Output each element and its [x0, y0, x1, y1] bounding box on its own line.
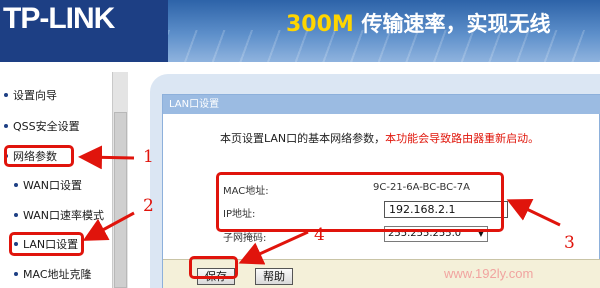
- router-admin-page: TP-LINK 300M 传输速率，实现无线 设置向导 QSS安全设置 网络参数…: [0, 0, 600, 288]
- highlight-save-button: [189, 256, 238, 279]
- highlight-network-params: [4, 145, 74, 167]
- annotation-number-2: 2: [143, 196, 154, 216]
- slogan-banner: 300M 传输速率，实现无线: [168, 0, 600, 62]
- highlight-ip-fields: [216, 172, 504, 232]
- header-banner: TP-LINK 300M 传输速率，实现无线: [0, 0, 600, 62]
- restart-warning: 本功能会导致路由器重新启动。: [385, 132, 540, 145]
- panel-description: 本页设置LAN口的基本网络参数，本功能会导致路由器重新启动。: [220, 130, 539, 146]
- sidebar-item-label: QSS安全设置: [13, 120, 80, 133]
- sidebar-item-label: 设置向导: [13, 89, 57, 102]
- slogan-text: 传输速率，实现无线: [361, 12, 551, 36]
- sidebar-item-qss[interactable]: QSS安全设置: [4, 120, 80, 134]
- annotation-number-1: 1: [143, 147, 154, 167]
- annotation-number-3: 3: [564, 233, 575, 253]
- slogan-speed: 300M: [286, 12, 354, 37]
- tplink-logo: TP-LINK: [3, 2, 115, 35]
- bullet-icon: [4, 124, 8, 128]
- sidebar-item-wan[interactable]: WAN口设置: [14, 179, 82, 193]
- sidebar-item-wan-speed[interactable]: WAN口速率模式: [14, 209, 104, 223]
- bullet-icon: [14, 183, 18, 187]
- header-spacer: [0, 62, 600, 70]
- bullet-icon: [14, 272, 18, 276]
- slogan: 300M 传输速率，实现无线: [286, 8, 551, 38]
- help-button[interactable]: 帮助: [255, 268, 293, 285]
- panel-title: LAN口设置: [163, 95, 600, 114]
- description-text: 本页设置LAN口的基本网络参数，: [220, 132, 386, 145]
- annotation-number-4: 4: [314, 225, 325, 245]
- sidebar-scrollbar[interactable]: [112, 72, 128, 288]
- sidebar-item-mac-clone[interactable]: MAC地址克隆: [14, 268, 92, 282]
- watermark: www.192ly.com: [444, 266, 534, 281]
- sidebar-item-label: WAN口设置: [23, 179, 83, 192]
- sidebar-item-setup-wizard[interactable]: 设置向导: [4, 89, 57, 103]
- bullet-icon: [14, 213, 18, 217]
- sidebar-item-label: MAC地址克隆: [23, 268, 92, 281]
- bullet-icon: [4, 93, 8, 97]
- highlight-lan-settings: [9, 232, 84, 256]
- scrollbar-thumb[interactable]: [114, 112, 127, 288]
- sidebar-item-label: WAN口速率模式: [23, 209, 105, 222]
